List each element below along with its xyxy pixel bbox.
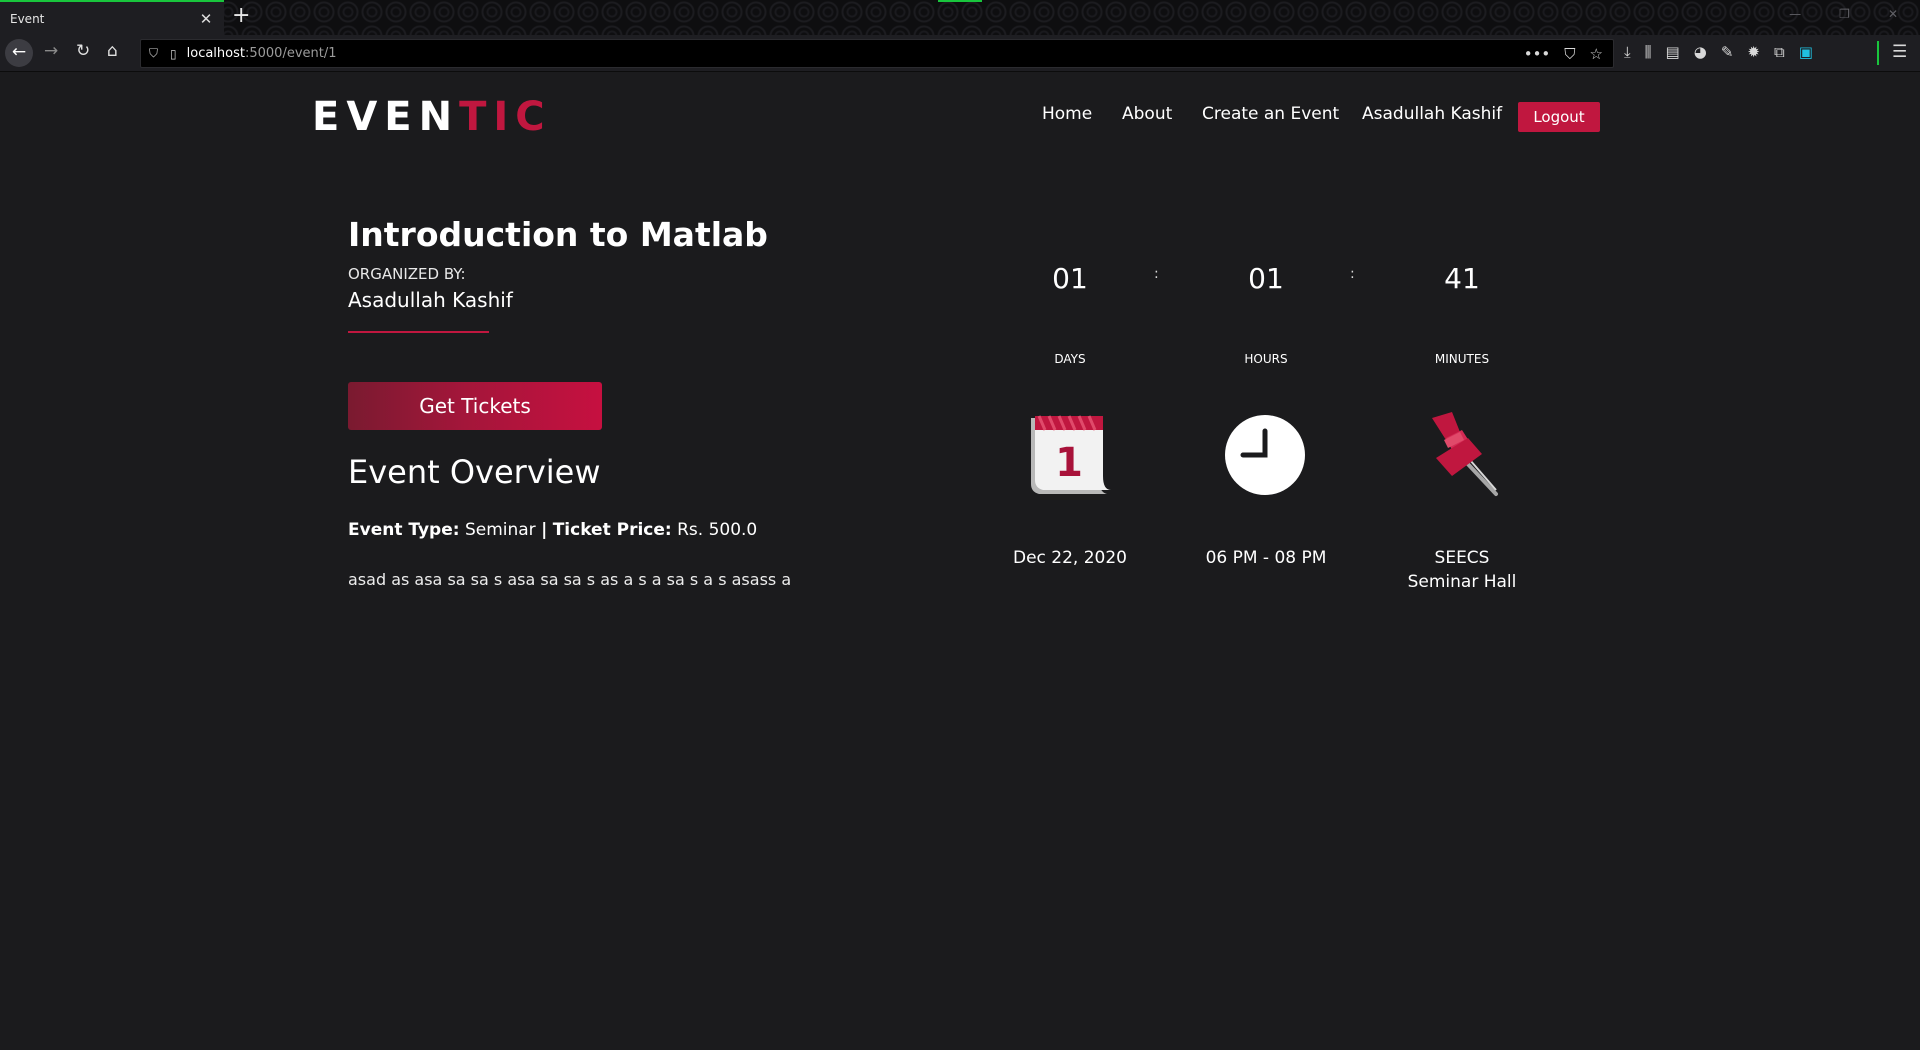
url-actions: ••• ⛉ ☆ <box>1524 45 1603 63</box>
ticket-price-label: Ticket Price: <box>552 520 672 540</box>
toolbar-separator <box>1877 41 1879 65</box>
event-meta: Event Type: Seminar | Ticket Price: Rs. … <box>348 520 757 540</box>
url-host: localhost <box>186 46 245 61</box>
shield-icon[interactable]: ⛉ <box>149 46 158 61</box>
account-icon[interactable]: ◕ <box>1694 43 1707 61</box>
event-venue: SEECS Seminar Hall <box>1407 548 1517 592</box>
organizer-name: Asadullah Kashif <box>348 288 513 312</box>
page-info-icon[interactable]: ▯ <box>170 47 177 61</box>
nav-create-event-link[interactable]: Create an Event <box>1202 104 1339 124</box>
event-description: asad as asa sa sa s asa sa sa s as a s a… <box>348 570 792 589</box>
tab-indicator <box>938 0 982 2</box>
url-text[interactable]: localhost:5000/event/1 <box>187 46 337 61</box>
hours-value: 01 <box>1248 262 1284 295</box>
bookmark-star-icon[interactable]: ☆ <box>1590 45 1603 63</box>
close-window-icon[interactable]: ✕ <box>1888 7 1898 21</box>
tab-title: Event <box>10 11 45 26</box>
page-actions-icon[interactable]: ••• <box>1524 45 1551 63</box>
close-tab-icon[interactable]: ✕ <box>198 10 214 28</box>
home-icon[interactable]: ⌂ <box>107 41 118 61</box>
countdown-colon: : <box>1154 266 1159 282</box>
browser-tab-bar: Event ✕ + — ❐ ✕ <box>0 0 1920 35</box>
event-time: 06 PM - 08 PM <box>1205 548 1327 568</box>
download-icon[interactable]: ⤓ <box>1624 43 1631 61</box>
site-logo[interactable]: EVENTIC <box>312 94 552 140</box>
meta-separator: | <box>541 520 548 540</box>
countdown-hours: 01 <box>1166 262 1366 295</box>
tools-icon[interactable]: ✎ <box>1721 43 1734 61</box>
logout-button[interactable]: Logout <box>1518 102 1600 132</box>
browser-tab[interactable]: Event ✕ <box>0 0 224 35</box>
logo-part2: TIC <box>459 94 552 140</box>
minutes-value: 41 <box>1444 262 1480 295</box>
minutes-label: MINUTES <box>1434 352 1490 366</box>
event-title: Introduction to Matlab <box>348 215 768 254</box>
countdown-days: 01 <box>970 262 1170 295</box>
url-path: :5000/event/1 <box>244 46 337 61</box>
clock-icon <box>1220 410 1310 500</box>
event-date: Dec 22, 2020 <box>1012 548 1127 568</box>
reload-icon[interactable]: ↻ <box>76 41 90 61</box>
menu-icon[interactable]: ☰ <box>1892 42 1907 62</box>
toolbar-icons: ⤓ ⫼ ▤ ◕ ✎ ✹ ⧉ ▣ <box>1624 43 1813 61</box>
logo-part1: EVEN <box>312 94 460 140</box>
sidebar-icon[interactable]: ▤ <box>1666 43 1680 61</box>
screenshot-icon[interactable]: ⧉ <box>1774 43 1785 61</box>
overview-heading: Event Overview <box>348 453 601 491</box>
calendar-day: 1 <box>1055 440 1083 486</box>
countdown-minutes: 41 <box>1362 262 1562 295</box>
url-bar[interactable]: ⛉ ▯ localhost:5000/event/1 ••• ⛉ ☆ <box>140 39 1614 68</box>
organized-by-label: ORGANIZED BY: <box>348 265 466 283</box>
days-value: 01 <box>1052 262 1088 295</box>
forward-icon[interactable]: → <box>44 41 58 61</box>
title-underline <box>348 331 489 333</box>
brightness-icon[interactable]: ✹ <box>1747 43 1760 61</box>
page-content: EVENTIC Home About Create an Event Asadu… <box>0 72 1920 1050</box>
pushpin-icon <box>1416 410 1506 500</box>
nav-about-link[interactable]: About <box>1122 104 1172 124</box>
countdown-colon: : <box>1350 266 1355 282</box>
nav-user-link[interactable]: Asadullah Kashif <box>1362 104 1502 124</box>
minimize-icon[interactable]: — <box>1789 7 1801 21</box>
event-type-value: Seminar <box>464 520 536 540</box>
browser-toolbar: ← → ↻ ⌂ ⛉ ▯ localhost:5000/event/1 ••• ⛉… <box>0 35 1920 72</box>
new-tab-button[interactable]: + <box>232 3 250 28</box>
days-label: DAYS <box>1054 352 1086 366</box>
event-type-label: Event Type: <box>348 520 460 540</box>
nav-home-link[interactable]: Home <box>1042 104 1092 124</box>
get-tickets-button[interactable]: Get Tickets <box>348 382 602 430</box>
back-icon[interactable]: ← <box>5 39 33 67</box>
calendar-icon: 1 <box>1025 410 1115 500</box>
pocket-icon[interactable]: ⛉ <box>1564 45 1575 63</box>
ticket-price-value: Rs. 500.0 <box>677 520 758 540</box>
library-icon[interactable]: ⫼ <box>1645 43 1652 61</box>
window-controls: — ❐ ✕ <box>1789 7 1898 21</box>
hours-label: HOURS <box>1244 352 1288 366</box>
save-extension-icon[interactable]: ▣ <box>1799 43 1813 61</box>
restore-icon[interactable]: ❐ <box>1839 7 1850 21</box>
